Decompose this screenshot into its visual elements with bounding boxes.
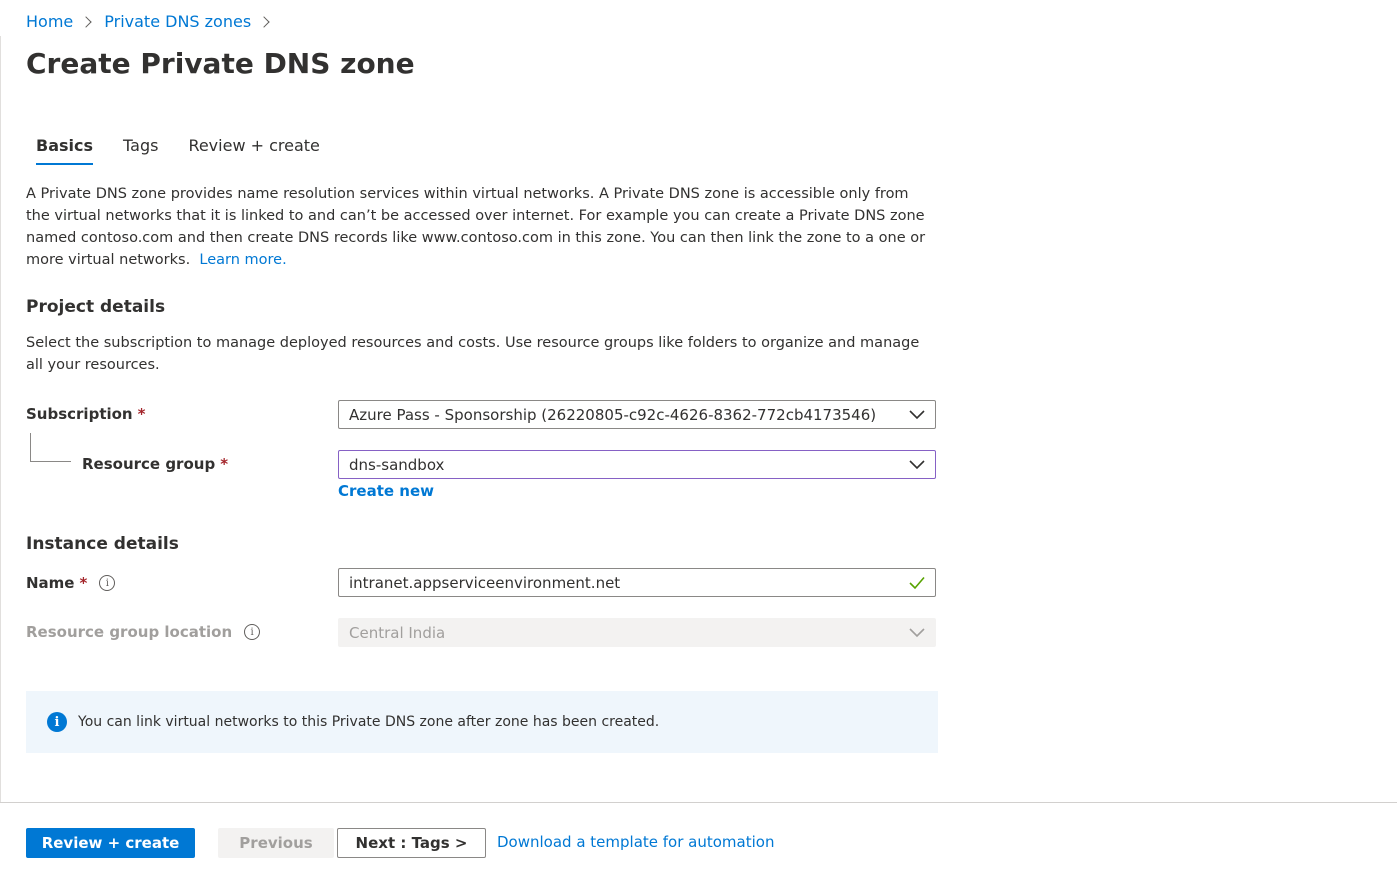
chevron-down-icon xyxy=(909,409,925,419)
chevron-right-icon xyxy=(258,15,270,28)
required-marker: * xyxy=(79,574,88,592)
info-icon[interactable]: i xyxy=(244,624,261,640)
project-details-heading: Project details xyxy=(26,297,166,317)
left-divider xyxy=(0,36,1,802)
page-title: Create Private DNS zone xyxy=(26,47,415,80)
subscription-value: Azure Pass - Sponsorship (26220805-c92c-… xyxy=(349,405,877,424)
required-marker: * xyxy=(137,405,146,423)
breadcrumb-private-dns-zones-link[interactable]: Private DNS zones xyxy=(104,12,251,31)
previous-button: Previous xyxy=(218,828,334,858)
chevron-down-icon xyxy=(909,459,925,469)
project-details-description: Select the subscription to manage deploy… xyxy=(26,335,920,373)
resource-group-location-label: Resource group location i xyxy=(26,623,261,641)
resource-group-location-label-text: Resource group location xyxy=(26,623,233,641)
tab-review-create[interactable]: Review + create xyxy=(178,134,329,165)
name-label-text: Name xyxy=(26,574,75,592)
subscription-label: Subscription * xyxy=(26,405,145,423)
name-label: Name * i xyxy=(26,574,116,592)
intro-text: A Private DNS zone provides name resolut… xyxy=(26,186,926,268)
resource-group-location-value: Central India xyxy=(349,623,446,642)
info-icon[interactable]: i xyxy=(99,575,116,591)
info-message-text: You can link virtual networks to this Pr… xyxy=(78,714,660,730)
review-create-button[interactable]: Review + create xyxy=(26,828,195,858)
tree-connector xyxy=(30,433,71,462)
subscription-dropdown[interactable]: Azure Pass - Sponsorship (26220805-c92c-… xyxy=(338,400,936,429)
resource-group-location-dropdown: Central India xyxy=(338,618,936,647)
create-new-resource-group-link[interactable]: Create new xyxy=(338,482,434,500)
name-input[interactable]: intranet.appserviceenvironment.net xyxy=(338,568,936,597)
subscription-label-text: Subscription xyxy=(26,405,133,423)
resource-group-label-text: Resource group xyxy=(82,455,216,473)
resource-group-dropdown[interactable]: dns-sandbox xyxy=(338,450,936,479)
intro-description: A Private DNS zone provides name resolut… xyxy=(26,183,936,271)
resource-group-label: Resource group * xyxy=(82,455,228,473)
create-private-dns-zone-page: Home Private DNS zones Create Private DN… xyxy=(0,0,1397,882)
next-tags-button[interactable]: Next : Tags > xyxy=(337,828,486,858)
info-message-box: i You can link virtual networks to this … xyxy=(26,691,938,753)
resource-group-value: dns-sandbox xyxy=(349,455,445,474)
checkmark-icon xyxy=(909,576,925,589)
required-marker: * xyxy=(220,455,229,473)
chevron-right-icon xyxy=(80,15,92,28)
breadcrumb-home-link[interactable]: Home xyxy=(26,12,73,31)
tab-tags[interactable]: Tags xyxy=(113,134,168,165)
download-template-link[interactable]: Download a template for automation xyxy=(497,833,774,851)
chevron-down-icon xyxy=(909,627,925,637)
name-value: intranet.appserviceenvironment.net xyxy=(349,573,621,592)
info-icon: i xyxy=(47,712,67,732)
learn-more-link[interactable]: Learn more. xyxy=(199,252,286,268)
tab-basics[interactable]: Basics xyxy=(26,134,103,165)
breadcrumb: Home Private DNS zones xyxy=(26,12,282,31)
instance-details-heading: Instance details xyxy=(26,534,179,554)
tab-bar: Basics Tags Review + create xyxy=(26,134,340,165)
footer-divider xyxy=(0,802,1397,803)
